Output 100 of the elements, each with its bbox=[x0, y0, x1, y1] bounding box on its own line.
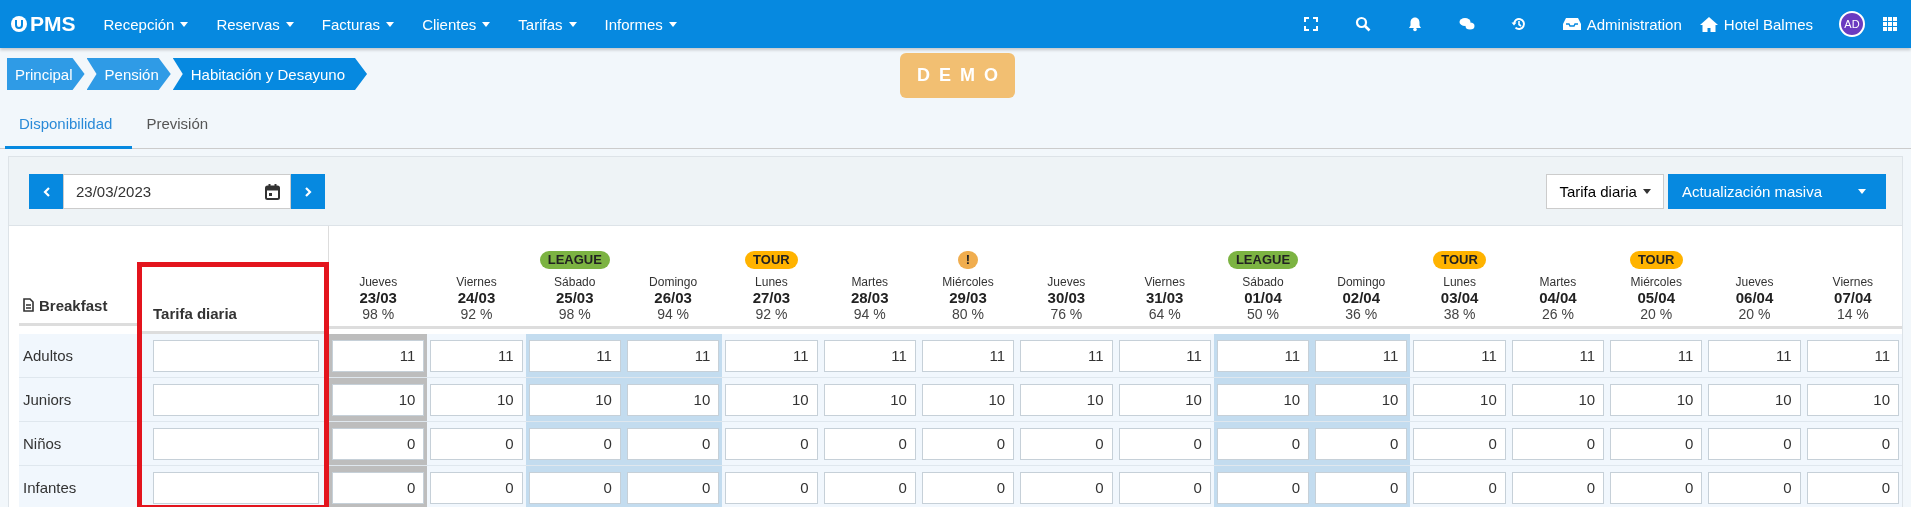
value-field[interactable]: 10 bbox=[528, 383, 621, 416]
value-field[interactable]: 0 bbox=[823, 471, 916, 504]
value-field[interactable]: 0 bbox=[1413, 471, 1506, 504]
input-field[interactable] bbox=[153, 339, 319, 372]
value-field[interactable]: 10 bbox=[823, 383, 916, 416]
date-field[interactable]: 23/03/2023 bbox=[63, 174, 291, 209]
fullscreen-icon[interactable] bbox=[1302, 16, 1319, 32]
value-field[interactable]: 11 bbox=[823, 339, 916, 372]
value-field[interactable]: 0 bbox=[823, 427, 916, 460]
demo-badge: DEMO bbox=[900, 53, 1015, 98]
value-field[interactable]: 10 bbox=[1511, 383, 1605, 416]
history-icon[interactable] bbox=[1510, 16, 1527, 32]
input-field[interactable] bbox=[153, 383, 319, 416]
value-field[interactable]: 0 bbox=[430, 427, 523, 460]
value-field[interactable]: 0 bbox=[1610, 471, 1703, 504]
hotel-link[interactable]: Hotel Balmes bbox=[1699, 15, 1813, 33]
value-field[interactable]: 0 bbox=[1806, 427, 1899, 460]
value-field[interactable]: 11 bbox=[1511, 339, 1605, 372]
value-field[interactable]: 10 bbox=[332, 383, 425, 416]
nav-menu[interactable]: Clientes bbox=[422, 15, 491, 33]
value-field[interactable]: 10 bbox=[725, 383, 818, 416]
value-field[interactable]: 0 bbox=[1020, 427, 1113, 460]
value-field[interactable]: 0 bbox=[921, 427, 1015, 460]
value-field[interactable]: 0 bbox=[1511, 471, 1605, 504]
value-field[interactable]: 10 bbox=[1216, 383, 1310, 416]
value-field[interactable]: 0 bbox=[1610, 427, 1703, 460]
previous-button[interactable] bbox=[29, 174, 63, 209]
value-field[interactable]: 0 bbox=[528, 427, 621, 460]
bulk-update-button[interactable]: Actualización masiva bbox=[1667, 174, 1838, 209]
tab[interactable]: Previsión bbox=[132, 100, 229, 149]
chat-icon[interactable] bbox=[1458, 16, 1475, 32]
value-field[interactable]: 10 bbox=[1020, 383, 1113, 416]
value-field[interactable]: 10 bbox=[1413, 383, 1506, 416]
value-field[interactable]: 0 bbox=[725, 471, 818, 504]
value-field[interactable]: 0 bbox=[725, 427, 818, 460]
value-field[interactable]: 11 bbox=[1610, 339, 1703, 372]
value-field[interactable]: 10 bbox=[1315, 383, 1408, 416]
value-field[interactable]: 0 bbox=[1315, 427, 1408, 460]
value-field[interactable]: 0 bbox=[528, 471, 621, 504]
value-field[interactable]: 0 bbox=[626, 427, 720, 460]
value-field[interactable]: 0 bbox=[332, 471, 425, 504]
value-field[interactable]: 11 bbox=[1020, 339, 1113, 372]
value-field[interactable]: 0 bbox=[1020, 471, 1113, 504]
chevron-right-icon bbox=[304, 186, 312, 197]
date-label: 29/03 bbox=[949, 289, 987, 306]
value-field[interactable]: 10 bbox=[430, 383, 523, 416]
value-field[interactable]: 11 bbox=[626, 339, 720, 372]
value-field[interactable]: 0 bbox=[430, 471, 523, 504]
value-field[interactable]: 11 bbox=[1315, 339, 1408, 372]
value-field[interactable]: 10 bbox=[1708, 383, 1801, 416]
nav-menu[interactable]: Recepción bbox=[103, 15, 189, 33]
value-field[interactable]: 0 bbox=[332, 427, 425, 460]
value-field[interactable]: 0 bbox=[1118, 427, 1211, 460]
input-field[interactable] bbox=[153, 471, 319, 504]
value-field[interactable]: 0 bbox=[1708, 427, 1801, 460]
value-field[interactable]: 11 bbox=[921, 339, 1015, 372]
nav-menu[interactable]: Reservas bbox=[216, 15, 294, 33]
value-field[interactable]: 0 bbox=[1216, 471, 1310, 504]
value-field[interactable]: 0 bbox=[1216, 427, 1310, 460]
breadcrumb[interactable]: Habitación y Desayuno bbox=[172, 58, 367, 90]
value-field[interactable]: 10 bbox=[1118, 383, 1211, 416]
value-field[interactable]: 11 bbox=[1118, 339, 1211, 372]
user-avatar[interactable]: AD bbox=[1839, 11, 1865, 37]
apps-grid-icon[interactable] bbox=[1883, 17, 1897, 31]
value-field[interactable]: 0 bbox=[1413, 427, 1506, 460]
logo[interactable]: PMS bbox=[10, 12, 76, 36]
nav-menu[interactable]: Facturas bbox=[321, 15, 395, 33]
dropdown-toggle-button[interactable] bbox=[1838, 174, 1886, 209]
value-field[interactable]: 11 bbox=[1216, 339, 1310, 372]
value-field[interactable]: 0 bbox=[921, 471, 1015, 504]
occupancy-label: 26 % bbox=[1541, 306, 1574, 322]
nav-menu[interactable]: Informes bbox=[604, 15, 677, 33]
event-tag: ! bbox=[957, 251, 979, 269]
value-field[interactable]: 10 bbox=[1610, 383, 1703, 416]
value-field[interactable]: 11 bbox=[332, 339, 425, 372]
value-field[interactable]: 11 bbox=[725, 339, 818, 372]
value-field[interactable]: 0 bbox=[1708, 471, 1801, 504]
value-field[interactable]: 10 bbox=[1806, 383, 1899, 416]
next-button[interactable] bbox=[291, 174, 325, 209]
inbox-icon bbox=[1562, 17, 1581, 31]
search-icon[interactable] bbox=[1354, 16, 1371, 32]
input-field[interactable] bbox=[153, 427, 319, 460]
event-tag: TOUR bbox=[745, 251, 798, 269]
value-field[interactable]: 0 bbox=[626, 471, 720, 504]
value-field[interactable]: 0 bbox=[1806, 471, 1899, 504]
admin-link[interactable]: Administration bbox=[1562, 15, 1682, 33]
value-field[interactable]: 0 bbox=[1118, 471, 1211, 504]
rate-dropdown[interactable]: Tarifa diaria bbox=[1546, 174, 1664, 209]
value-field[interactable]: 0 bbox=[1511, 427, 1605, 460]
value-field[interactable]: 11 bbox=[430, 339, 523, 372]
value-field[interactable]: 10 bbox=[921, 383, 1015, 416]
value-field[interactable]: 11 bbox=[1708, 339, 1801, 372]
value-field[interactable]: 0 bbox=[1315, 471, 1408, 504]
value-field[interactable]: 11 bbox=[528, 339, 621, 372]
value-field[interactable]: 10 bbox=[626, 383, 720, 416]
nav-menu[interactable]: Tarifas bbox=[518, 15, 577, 33]
value-field[interactable]: 11 bbox=[1413, 339, 1506, 372]
value-field[interactable]: 11 bbox=[1806, 339, 1899, 372]
bell-icon[interactable] bbox=[1406, 16, 1423, 32]
occupancy-label: 50 % bbox=[1247, 306, 1279, 322]
